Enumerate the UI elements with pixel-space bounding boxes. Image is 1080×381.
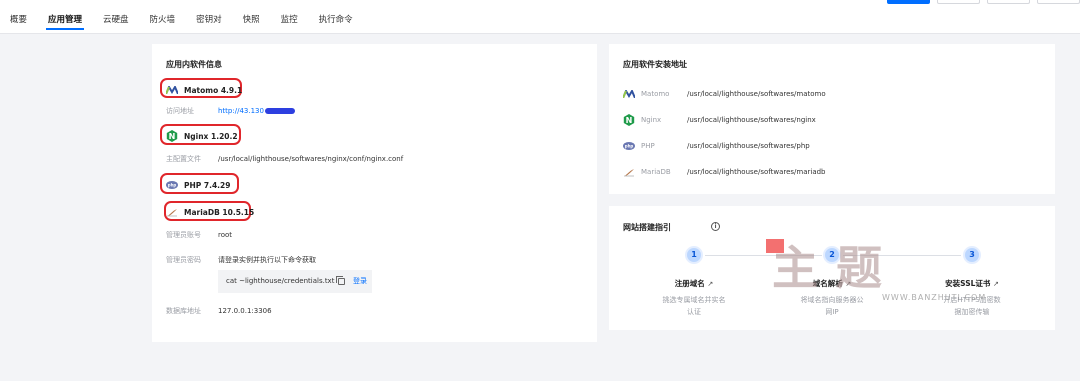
top-button-4[interactable]: [1037, 0, 1080, 4]
path-row-mariadb: MariaDB /usr/local/lighthouse/softwares/…: [623, 166, 826, 178]
db-address-value: 127.0.0.1:3306: [218, 307, 272, 315]
admin-account-row: 管理员账号 root: [166, 230, 232, 240]
credentials-command[interactable]: cat ~lighthouse/credentials.txt: [218, 270, 372, 293]
step-3-title[interactable]: 安装SSL证书 ↗: [917, 278, 1027, 289]
admin-password-label: 管理员密码: [166, 256, 201, 264]
svg-text:php: php: [625, 144, 634, 149]
tab-bar: 概要 应用管理 云硬盘 防火墙 密钥对 快照 监控 执行命令: [10, 14, 374, 34]
matomo-icon: [166, 84, 178, 96]
copy-icon[interactable]: [336, 276, 345, 285]
step-2-desc-line2: 网IP: [825, 308, 839, 316]
matomo-url-link[interactable]: http://43.130: [218, 107, 264, 115]
path-value: /usr/local/lighthouse/softwares/php: [687, 142, 810, 150]
external-link-icon: ↗: [993, 280, 999, 288]
software-info-title: 应用内软件信息: [166, 60, 222, 69]
php-icon: php: [623, 140, 635, 152]
path-name: MariaDB: [641, 168, 671, 176]
top-button-3[interactable]: [987, 0, 1030, 4]
path-value: /usr/local/lighthouse/softwares/nginx: [687, 116, 816, 124]
db-address-label: 数据库地址: [166, 307, 201, 315]
top-button-group: [880, 0, 1080, 4]
tab-keypair[interactable]: 密钥对: [196, 14, 222, 34]
tab-monitor[interactable]: 监控: [281, 14, 298, 34]
php-row: php PHP 7.4.29: [166, 179, 230, 191]
login-link[interactable]: 登录: [353, 276, 367, 286]
tab-cloud-disk[interactable]: 云硬盘: [103, 14, 129, 34]
svg-text:N: N: [169, 132, 176, 141]
svg-text:php: php: [168, 183, 177, 188]
path-value: /usr/local/lighthouse/softwares/matomo: [687, 90, 826, 98]
matomo-row: Matomo 4.9.1: [166, 84, 242, 96]
site-guide-title: 网站搭建指引: [623, 223, 671, 232]
path-value: /usr/local/lighthouse/softwares/mariadb: [687, 168, 826, 176]
nginx-icon: N: [166, 130, 178, 142]
watermark-url: WWW.BANZHUTI.COM: [882, 293, 987, 302]
nginx-config-row: 主配置文件 /usr/local/lighthouse/softwares/ng…: [166, 154, 403, 164]
step-1-badge: 1: [685, 246, 703, 264]
software-info-card: 应用内软件信息 Matomo 4.9.1 访问地址 http://43.130 …: [152, 44, 597, 342]
tab-app-management[interactable]: 应用管理: [46, 14, 85, 34]
top-primary-button[interactable]: [887, 0, 930, 4]
watermark-text: 主题: [772, 241, 900, 295]
php-icon: php: [166, 179, 178, 191]
config-path: /usr/local/lighthouse/softwares/nginx/co…: [218, 155, 404, 163]
nginx-version: Nginx 1.20.2: [184, 131, 238, 141]
matomo-version: Matomo 4.9.1: [184, 85, 243, 95]
top-bar: 概要 应用管理 云硬盘 防火墙 密钥对 快照 监控 执行命令: [0, 0, 1080, 34]
config-label: 主配置文件: [166, 155, 201, 163]
step-1-desc-line2: 认证: [687, 308, 701, 316]
step-1-title[interactable]: 注册域名 ↗: [639, 278, 749, 289]
admin-account-value: root: [218, 231, 233, 239]
tab-snapshot[interactable]: 快照: [243, 14, 260, 34]
step-1-desc-line1: 挑选专属域名并实名: [662, 296, 726, 304]
matomo-icon: [623, 88, 635, 100]
tab-firewall[interactable]: 防火墙: [150, 14, 176, 34]
mariadb-row: MariaDB 10.5.15: [166, 206, 254, 218]
top-button-2[interactable]: [937, 0, 980, 4]
step-1-title-text: 注册域名: [674, 279, 705, 288]
step-3-badge: 3: [963, 246, 981, 264]
external-link-icon: ↗: [707, 280, 714, 288]
mariadb-version: MariaDB 10.5.15: [184, 207, 255, 217]
path-name: PHP: [641, 142, 655, 150]
tab-overview[interactable]: 概要: [10, 14, 27, 34]
mariadb-icon: [166, 206, 178, 218]
step-1-desc: 挑选专属域名并实名 认证: [639, 294, 749, 318]
info-icon[interactable]: i: [711, 222, 720, 231]
path-row-matomo: Matomo /usr/local/lighthouse/softwares/m…: [623, 88, 826, 100]
path-name: Matomo: [641, 90, 670, 98]
admin-account-label: 管理员账号: [166, 231, 201, 239]
db-address-row: 数据库地址 127.0.0.1:3306: [166, 306, 272, 316]
tab-run-command[interactable]: 执行命令: [319, 14, 353, 34]
nginx-row: N Nginx 1.20.2: [166, 130, 238, 142]
install-path-card: 应用软件安装地址 Matomo /usr/local/lighthouse/so…: [609, 44, 1055, 194]
admin-password-hint: 请登录实例并执行以下命令获取: [218, 256, 316, 264]
step-3-desc-line2: 据加密传输: [954, 308, 990, 316]
path-row-php: php PHP /usr/local/lighthouse/softwares/…: [623, 140, 810, 152]
nginx-icon: N: [623, 114, 635, 126]
url-label: 访问地址: [166, 107, 194, 115]
php-version: PHP 7.4.29: [184, 180, 231, 190]
mariadb-icon: [623, 166, 635, 178]
redaction-scribble: [264, 108, 295, 114]
path-row-nginx: N Nginx /usr/local/lighthouse/softwares/…: [623, 114, 816, 126]
path-name: Nginx: [641, 116, 662, 124]
svg-text:N: N: [626, 116, 633, 125]
matomo-url-row: 访问地址 http://43.130: [166, 106, 295, 116]
admin-password-row: 管理员密码 请登录实例并执行以下命令获取: [166, 255, 316, 265]
step-3-title-text: 安装SSL证书: [945, 279, 991, 288]
install-path-title: 应用软件安装地址: [623, 60, 687, 69]
